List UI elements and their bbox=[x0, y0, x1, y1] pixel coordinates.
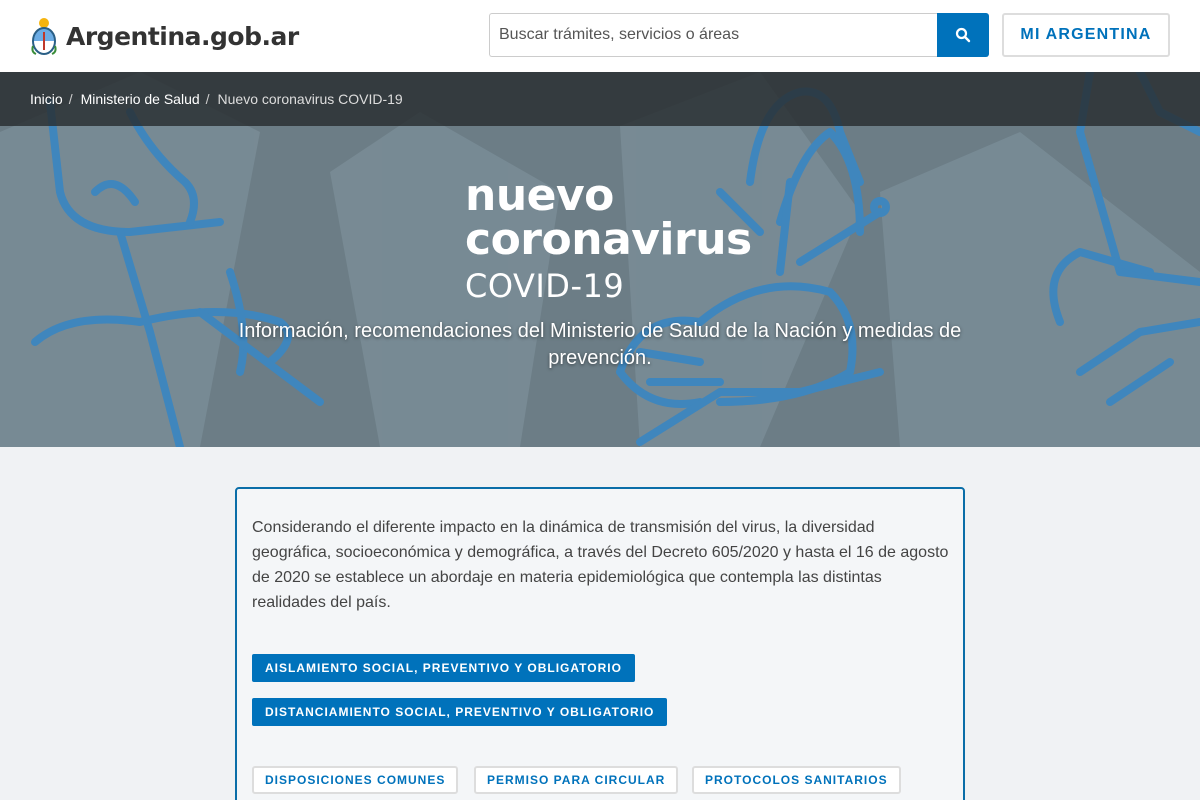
site-logo[interactable]: Argentina.gob.ar bbox=[30, 14, 299, 58]
breadcrumb-item-current: Nuevo coronavirus COVID-19 bbox=[217, 91, 403, 107]
hero-subtitle: Información, recomendaciones del Ministe… bbox=[238, 320, 962, 369]
aislamiento-button[interactable]: AISLAMIENTO SOCIAL, PREVENTIVO Y OBLIGAT… bbox=[252, 654, 635, 682]
search-icon bbox=[955, 27, 971, 43]
logo-text: Argentina.gob.ar bbox=[66, 21, 299, 51]
top-header: Argentina.gob.ar MI ARGENTINA bbox=[0, 0, 1200, 72]
breadcrumb-item-inicio[interactable]: Inicio bbox=[30, 91, 63, 107]
mi-argentina-button[interactable]: MI ARGENTINA bbox=[1002, 13, 1170, 57]
permiso-circular-button[interactable]: PERMISO PARA CIRCULAR bbox=[474, 766, 679, 794]
search-button[interactable] bbox=[937, 13, 989, 57]
distanciamiento-button[interactable]: DISTANCIAMIENTO SOCIAL, PREVENTIVO Y OBL… bbox=[252, 698, 668, 726]
card-description: Considerando el diferente impacto en la … bbox=[252, 519, 949, 611]
breadcrumb-item-ministerio[interactable]: Ministerio de Salud bbox=[81, 91, 200, 107]
breadcrumb: Inicio / Ministerio de Salud / Nuevo cor… bbox=[0, 72, 1200, 126]
hero-banner: Inicio / Ministerio de Salud / Nuevo cor… bbox=[0, 72, 1200, 447]
breadcrumb-separator: / bbox=[68, 91, 73, 107]
coat-of-arms-icon bbox=[31, 18, 57, 55]
search-input[interactable] bbox=[489, 13, 937, 57]
hero-title-line2: coronavirus bbox=[465, 214, 752, 265]
disposiciones-comunes-button[interactable]: DISPOSICIONES COMUNES bbox=[252, 766, 459, 794]
breadcrumb-separator: / bbox=[205, 91, 210, 107]
hero-title-line1: nuevo bbox=[465, 170, 614, 221]
hero-title: nuevo coronavirus COVID-19 bbox=[465, 174, 752, 308]
protocolos-sanitarios-button[interactable]: PROTOCOLOS SANITARIOS bbox=[692, 766, 901, 794]
hero-title-line3: COVID-19 bbox=[465, 267, 625, 305]
info-card: Considerando el diferente impacto en la … bbox=[235, 487, 965, 800]
search-bar bbox=[489, 13, 989, 57]
